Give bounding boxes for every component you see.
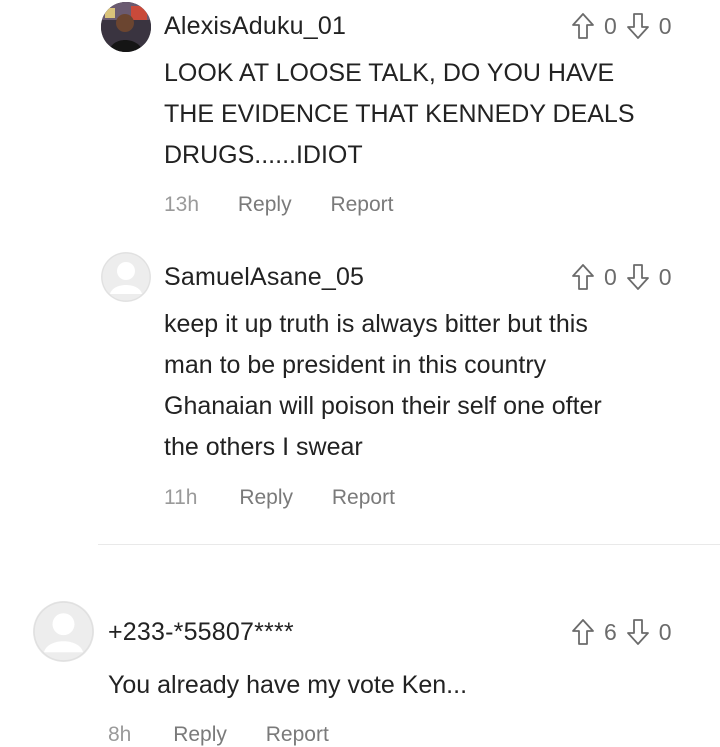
comment-time: 11h	[164, 486, 198, 509]
default-user-icon	[101, 252, 151, 302]
comment-meta: 8h Reply Report	[108, 723, 329, 747]
downvote-count: 0	[658, 618, 672, 645]
comment-username[interactable]: AlexisAduku_01	[164, 12, 346, 41]
vote-controls: 0 0	[571, 11, 681, 41]
divider	[98, 544, 720, 545]
upvote-count: 0	[604, 12, 617, 39]
report-button[interactable]: Report	[332, 486, 395, 509]
comment-text: keep it up truth is always bitter but th…	[164, 310, 602, 461]
avatar[interactable]	[33, 601, 94, 662]
comment-item: +233-*55807**** 6 0 You already have my …	[0, 600, 720, 746]
comment-meta: 11h Reply Report	[164, 486, 395, 510]
comment-username[interactable]: SamuelAsane_05	[164, 263, 364, 292]
upvote-arrow-icon[interactable]	[571, 12, 595, 40]
vote-controls: 0 0	[571, 262, 681, 292]
downvote-arrow-icon[interactable]	[626, 618, 650, 646]
avatar[interactable]	[101, 2, 151, 52]
default-user-icon	[33, 601, 94, 662]
comment-time: 13h	[164, 193, 200, 216]
downvote-arrow-icon[interactable]	[626, 263, 650, 291]
report-button[interactable]: Report	[266, 723, 329, 746]
comment-username[interactable]: +233-*55807****	[108, 618, 294, 647]
downvote-count: 0	[658, 12, 672, 39]
upvote-count: 6	[604, 618, 617, 645]
comment-text: You already have my vote Ken...	[108, 671, 468, 699]
upvote-arrow-icon[interactable]	[571, 618, 595, 646]
vote-controls: 6 0	[571, 617, 681, 647]
reply-button[interactable]: Reply	[239, 486, 293, 509]
upvote-count: 0	[604, 263, 617, 290]
comment-meta: 13h Reply Report	[164, 193, 393, 217]
comment-item: SamuelAsane_05 0 0 keep it up truth is a…	[0, 250, 720, 530]
downvote-count: 0	[658, 263, 672, 290]
report-button[interactable]: Report	[330, 193, 393, 216]
comment-text: LOOK AT LOOSE TALK, DO YOU HAVE THE EVID…	[164, 59, 635, 169]
downvote-arrow-icon[interactable]	[626, 12, 650, 40]
avatar[interactable]	[101, 252, 151, 302]
upvote-arrow-icon[interactable]	[571, 263, 595, 291]
comment-item: AlexisAduku_01 0 0 LOOK AT LOOSE TALK, D…	[0, 0, 720, 240]
user-photo-icon	[101, 2, 151, 52]
reply-button[interactable]: Reply	[173, 723, 227, 746]
reply-button[interactable]: Reply	[238, 193, 292, 216]
comment-time: 8h	[108, 723, 132, 746]
